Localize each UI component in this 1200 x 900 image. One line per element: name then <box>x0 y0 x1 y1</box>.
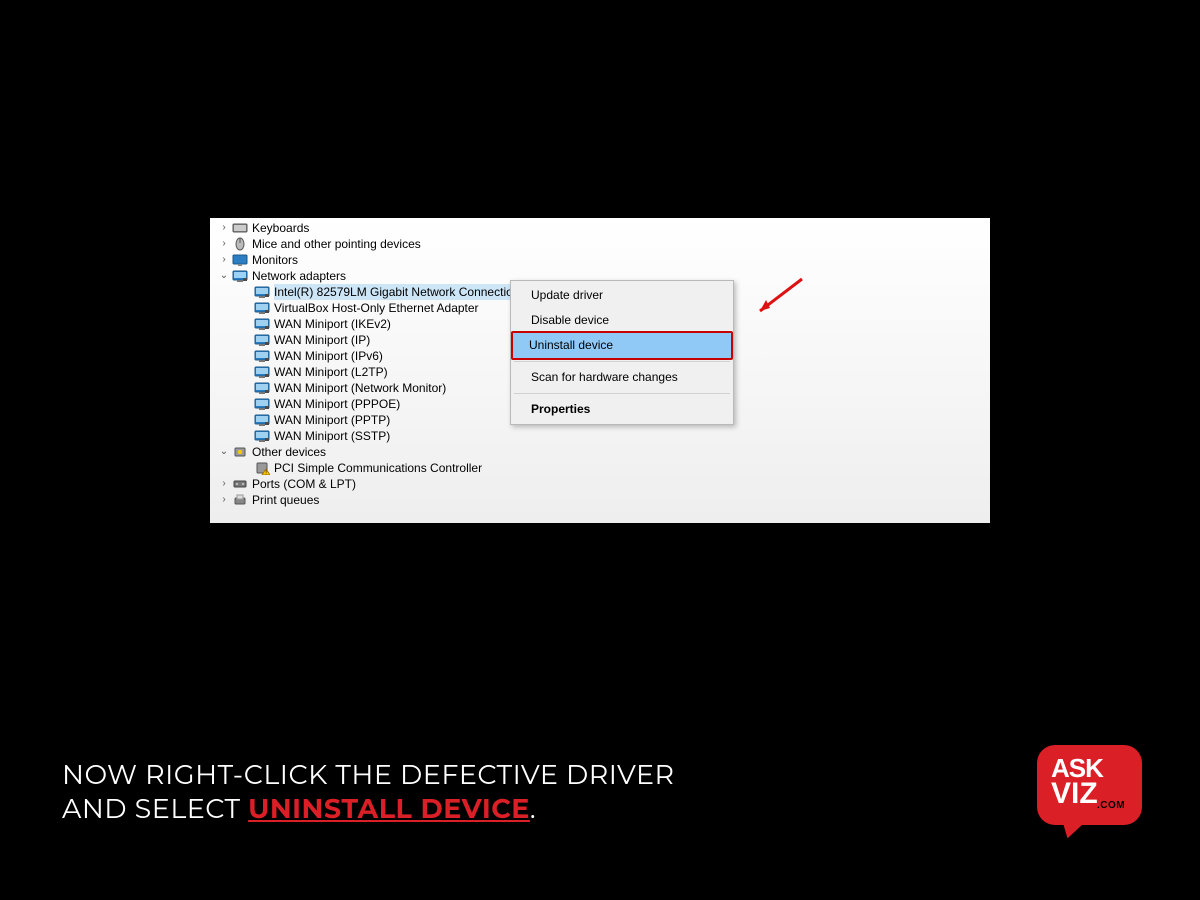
caption-line1: NOW RIGHT-CLICK THE DEFECTIVE DRIVER <box>62 758 675 791</box>
menu-item[interactable]: Update driver <box>513 283 731 308</box>
caption-line2a: AND SELECT <box>62 792 248 825</box>
arrow-annotation <box>750 273 810 323</box>
tree-item[interactable]: › Mice and other pointing devices <box>210 236 990 252</box>
tree-item-label: WAN Miniport (IKEv2) <box>274 316 391 332</box>
tree-item-label: VirtualBox Host-Only Ethernet Adapter <box>274 300 479 316</box>
tree-item[interactable]: › Monitors <box>210 252 990 268</box>
logo-line2: VIZ <box>1051 779 1098 809</box>
expander-icon[interactable]: › <box>218 476 230 492</box>
expander-icon[interactable]: › <box>218 236 230 252</box>
network-icon <box>254 397 270 411</box>
keyboard-icon <box>232 221 248 235</box>
caption-line2c: . <box>530 792 536 825</box>
network-icon <box>254 285 270 299</box>
tree-item[interactable]: › Keyboards <box>210 220 990 236</box>
menu-separator <box>514 361 730 362</box>
network-icon <box>254 317 270 331</box>
network-icon <box>232 269 248 283</box>
menu-item[interactable]: Properties <box>513 397 731 422</box>
tree-item-label: WAN Miniport (PPPOE) <box>274 396 400 412</box>
tree-item[interactable]: PCI Simple Communications Controller <box>210 460 990 476</box>
tree-item[interactable]: › Ports (COM & LPT) <box>210 476 990 492</box>
expander-icon[interactable]: › <box>218 492 230 508</box>
askviz-logo: ASK VIZ .COM <box>1037 745 1152 845</box>
expander-icon[interactable]: › <box>218 252 230 268</box>
printer-icon <box>232 493 248 507</box>
tree-item-label: WAN Miniport (PPTP) <box>274 412 390 428</box>
warning-icon <box>254 461 270 475</box>
monitor-icon <box>232 253 248 267</box>
tree-item-label: WAN Miniport (L2TP) <box>274 364 388 380</box>
menu-item[interactable]: Uninstall device <box>511 331 733 360</box>
menu-separator <box>514 393 730 394</box>
tree-item-label: Intel(R) 82579LM Gigabit Network Connect… <box>274 284 523 300</box>
device-manager-panel: › Keyboards › Mice and other pointing devic… <box>210 218 990 523</box>
tree-item-label: WAN Miniport (Network Monitor) <box>274 380 446 396</box>
mouse-icon <box>232 237 248 251</box>
tree-item-label: WAN Miniport (IPv6) <box>274 348 383 364</box>
network-icon <box>254 333 270 347</box>
expander-icon[interactable]: › <box>218 220 230 236</box>
network-icon <box>254 429 270 443</box>
logo-line3: .COM <box>1097 801 1125 811</box>
menu-item[interactable]: Disable device <box>513 308 731 333</box>
tree-item-label: WAN Miniport (IP) <box>274 332 370 348</box>
expander-icon[interactable]: ⌄ <box>218 444 230 460</box>
tree-item-label: Other devices <box>252 444 326 460</box>
network-icon <box>254 381 270 395</box>
network-icon <box>254 413 270 427</box>
caption-highlight: UNINSTALL DEVICE <box>248 792 530 825</box>
context-menu[interactable]: Update driverDisable deviceUninstall dev… <box>510 280 734 425</box>
port-icon <box>232 477 248 491</box>
tree-item[interactable]: WAN Miniport (SSTP) <box>210 428 990 444</box>
menu-item[interactable]: Scan for hardware changes <box>513 365 731 390</box>
instruction-caption: NOW RIGHT-CLICK THE DEFECTIVE DRIVER AND… <box>62 758 980 826</box>
network-icon <box>254 365 270 379</box>
network-icon <box>254 349 270 363</box>
other-icon <box>232 445 248 459</box>
tree-item[interactable]: ⌄ Other devices <box>210 444 990 460</box>
network-icon <box>254 301 270 315</box>
tree-item-label: Network adapters <box>252 268 346 284</box>
tree-item[interactable]: › Print queues <box>210 492 990 508</box>
tree-item-label: Keyboards <box>252 220 309 236</box>
tree-item-label: Mice and other pointing devices <box>252 236 421 252</box>
tree-item-label: Print queues <box>252 492 319 508</box>
tree-item-label: PCI Simple Communications Controller <box>274 460 482 476</box>
tree-item-label: Ports (COM & LPT) <box>252 476 356 492</box>
tree-item-label: Monitors <box>252 252 298 268</box>
expander-icon[interactable]: ⌄ <box>218 268 230 284</box>
tree-item-label: WAN Miniport (SSTP) <box>274 428 390 444</box>
